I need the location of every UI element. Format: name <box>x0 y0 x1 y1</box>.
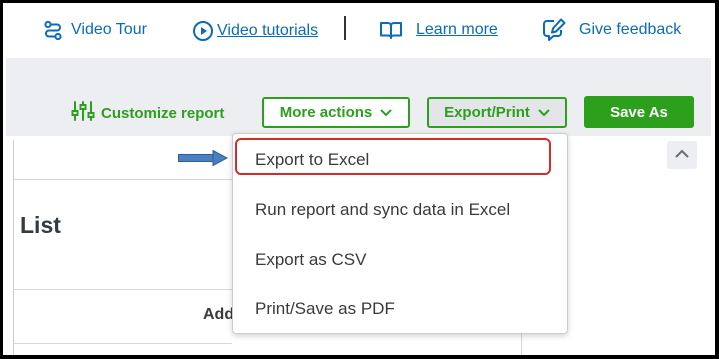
book-icon <box>379 20 403 40</box>
play-circle-icon <box>192 20 214 42</box>
menu-item-print-pdf[interactable]: Print/Save as PDF <box>255 299 395 319</box>
column-header[interactable]: Add <box>203 306 234 324</box>
learn-more-link[interactable]: Learn more <box>379 20 498 40</box>
video-tutorials-link[interactable]: Video tutorials <box>192 20 318 42</box>
give-feedback-link[interactable]: Give feedback <box>541 17 681 43</box>
collapse-button[interactable] <box>667 141 697 169</box>
more-actions-button[interactable]: More actions <box>262 97 410 128</box>
arrow-right-icon <box>178 149 229 171</box>
save-as-button[interactable]: Save As <box>584 96 694 128</box>
report-row-divider <box>14 343 232 344</box>
customize-report-label: Customize report <box>101 104 225 122</box>
topbar-divider <box>344 16 346 40</box>
chevron-down-icon <box>538 104 550 121</box>
give-feedback-label: Give feedback <box>579 21 682 38</box>
report-left-border <box>13 140 14 355</box>
report-title: List <box>20 212 61 238</box>
feedback-pencil-icon <box>541 17 567 43</box>
learn-more-label: Learn more <box>416 21 498 38</box>
video-tutorials-label: Video tutorials <box>217 22 319 39</box>
route-icon <box>43 20 63 40</box>
chevron-up-icon <box>674 146 690 164</box>
video-tour-link[interactable]: Video Tour <box>43 20 147 40</box>
menu-item-run-sync-excel[interactable]: Run report and sync data in Excel <box>255 200 510 220</box>
customize-report-button[interactable]: Customize report <box>71 100 224 126</box>
menu-item-export-csv[interactable]: Export as CSV <box>255 250 367 270</box>
more-actions-label: More actions <box>279 104 373 121</box>
export-print-button[interactable]: Export/Print <box>427 97 567 128</box>
highlight-annotation <box>235 138 551 175</box>
export-print-label: Export/Print <box>444 104 530 121</box>
report-column-divider <box>14 289 232 290</box>
video-tour-label: Video Tour <box>71 21 147 38</box>
sliders-icon <box>71 100 95 126</box>
save-as-label: Save As <box>610 103 668 121</box>
screenshot-frame: Video Tour Video tutorials Learn more Gi… <box>0 0 719 359</box>
report-header-divider <box>14 179 232 180</box>
chevron-down-icon <box>380 104 392 121</box>
